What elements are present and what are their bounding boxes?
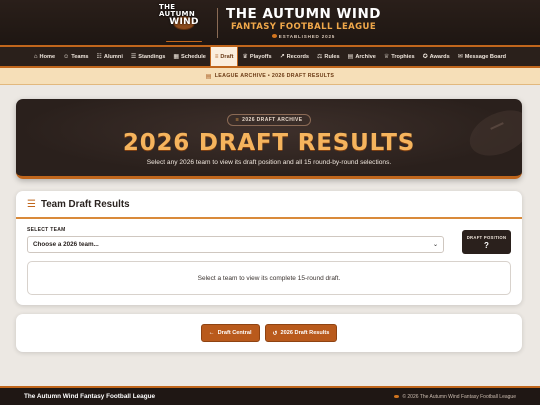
archive-icon: ▤ [205, 73, 212, 80]
nav-label: Home [39, 53, 56, 60]
nav-label: Draft [220, 53, 234, 60]
main-nav: ⌂ Home ☺ Teams ☷ Alumni ☰ Standings ▦ Schedul… [0, 45, 540, 68]
action-bar: ← Draft Central ↺ 2026 Draft Results [16, 314, 522, 352]
nav-label: Records [286, 53, 310, 60]
users-icon: ☺ [63, 53, 70, 60]
league-logo: THE AUTUMN WIND [159, 2, 209, 42]
page-subtitle: Select any 2026 team to view its draft p… [146, 159, 392, 166]
draft-results-button[interactable]: ↺ 2026 Draft Results [264, 324, 338, 342]
nav-item-playoffs[interactable]: ♛ Playoffs [238, 47, 275, 66]
brand-text: THE AUTUMN WIND FANTASY FOOTBALL LEAGUE … [226, 7, 381, 39]
list-icon: ≡ [214, 53, 219, 60]
team-draft-results-card: ☰ Team Draft Results SELECT TEAM Choose … [16, 191, 522, 305]
footer-copyright-text: © 2026 The Autumn Wind Fantasy Football … [402, 393, 516, 400]
nav-item-home[interactable]: ⌂ Home [30, 47, 59, 66]
nav-item-archive[interactable]: ▤ Archive [344, 47, 380, 66]
logo-line-2: WIND [169, 16, 199, 27]
team-select-value: Choose a 2026 team... [33, 241, 99, 248]
trophy-icon: ♕ [383, 54, 390, 60]
nav-item-schedule[interactable]: ▦ Schedule [169, 47, 210, 66]
nav-label: Awards [429, 53, 450, 60]
football-icon [394, 394, 400, 399]
site-title: THE AUTUMN WIND [226, 5, 381, 22]
footer-league-name: The Autumn Wind Fantasy Football League [24, 393, 156, 400]
nav-label: Trophies [391, 53, 415, 60]
nav-label: Archive [355, 53, 376, 60]
draft-position-value: ? [484, 240, 489, 250]
card-title: Team Draft Results [40, 198, 130, 210]
home-icon: ⌂ [33, 53, 38, 60]
archive-icon: ▤ [347, 54, 354, 60]
established-text: ESTABLISHED 2025 [278, 33, 336, 39]
draft-empty-state: Select a team to view its complete 15-ro… [27, 261, 511, 295]
draft-position-label: DRAFT POSITION [466, 234, 507, 240]
logo-line-1: THE AUTUMN [159, 2, 195, 18]
page-title: 2026 DRAFT RESULTS [122, 130, 416, 156]
nav-item-standings[interactable]: ☰ Standings [127, 47, 169, 66]
nav-label: Rules [324, 53, 340, 60]
nav-label: Message Board [464, 53, 507, 60]
chat-icon: ✉ [457, 54, 463, 60]
draft-results-label: 2026 Draft Results [280, 330, 330, 336]
footer-copyright: © 2026 The Autumn Wind Fantasy Football … [394, 394, 516, 400]
site-footer: The Autumn Wind Fantasy Football League … [0, 386, 540, 405]
hero-badge: ≡ 2026 DRAFT ARCHIVE [227, 114, 311, 126]
site-subtitle: FANTASY FOOTBALL LEAGUE [230, 21, 377, 32]
list-icon: ≡ [235, 117, 240, 123]
calendar-icon: ▦ [173, 54, 179, 60]
chevron-down-icon: ⌄ [432, 242, 438, 248]
nav-label: Alumni [103, 53, 123, 60]
draft-position-box: DRAFT POSITION ? [462, 230, 511, 254]
standings-icon: ☰ [130, 54, 137, 60]
nav-item-alumni[interactable]: ☷ Alumni [93, 47, 127, 66]
nav-item-message-board[interactable]: ✉ Message Board [454, 47, 510, 66]
arrow-left-icon: ← [208, 330, 215, 336]
logo-band [166, 40, 203, 42]
draft-central-button[interactable]: ← Draft Central [200, 324, 260, 342]
nav-item-trophies[interactable]: ♕ Trophies [380, 47, 419, 66]
nav-label: Schedule [181, 53, 206, 60]
established-line: ESTABLISHED 2025 [271, 33, 336, 39]
nav-label: Teams [71, 53, 89, 60]
hero-banner: ≡ 2026 DRAFT ARCHIVE 2026 DRAFT RESULTS … [16, 99, 522, 179]
gavel-icon: ⚖ [317, 54, 323, 60]
nav-item-teams[interactable]: ☺ Teams [59, 47, 92, 66]
history-icon: ↺ [272, 330, 278, 337]
nav-item-rules[interactable]: ⚖ Rules [313, 47, 344, 66]
team-select[interactable]: Choose a 2026 team... ⌄ [27, 236, 444, 253]
trophy-icon: ♛ [242, 54, 248, 60]
card-header: ☰ Team Draft Results [16, 191, 522, 219]
empty-message: Select a team to view its complete 15-ro… [197, 274, 341, 282]
nav-item-awards[interactable]: ✪ Awards [419, 47, 454, 66]
alumni-icon: ☷ [96, 54, 102, 60]
select-team-label: SELECT TEAM [27, 227, 66, 233]
football-icon [271, 34, 277, 38]
nav-label: Standings [138, 53, 166, 60]
football-watermark-icon [462, 101, 522, 165]
site-header: THE AUTUMN WIND THE AUTUMN WIND FANTASY … [0, 0, 540, 45]
nav-item-records[interactable]: ↗ Records [276, 47, 313, 66]
brand[interactable]: THE AUTUMN WIND THE AUTUMN WIND FANTASY … [159, 2, 381, 42]
brand-divider [217, 7, 219, 38]
nav-label: Playoffs [249, 53, 272, 60]
nav-item-draft[interactable]: ≡ Draft [209, 47, 239, 66]
draft-central-label: Draft Central [217, 330, 252, 336]
breadcrumb-text: LEAGUE ARCHIVE • 2026 DRAFT RESULTS [214, 73, 335, 79]
list-ordered-icon: ☰ [27, 198, 36, 210]
hero-badge-text: 2026 DRAFT ARCHIVE [242, 117, 303, 123]
chart-icon: ↗ [279, 54, 285, 60]
award-icon: ✪ [422, 54, 428, 60]
breadcrumb: ▤ LEAGUE ARCHIVE • 2026 DRAFT RESULTS [0, 68, 540, 85]
